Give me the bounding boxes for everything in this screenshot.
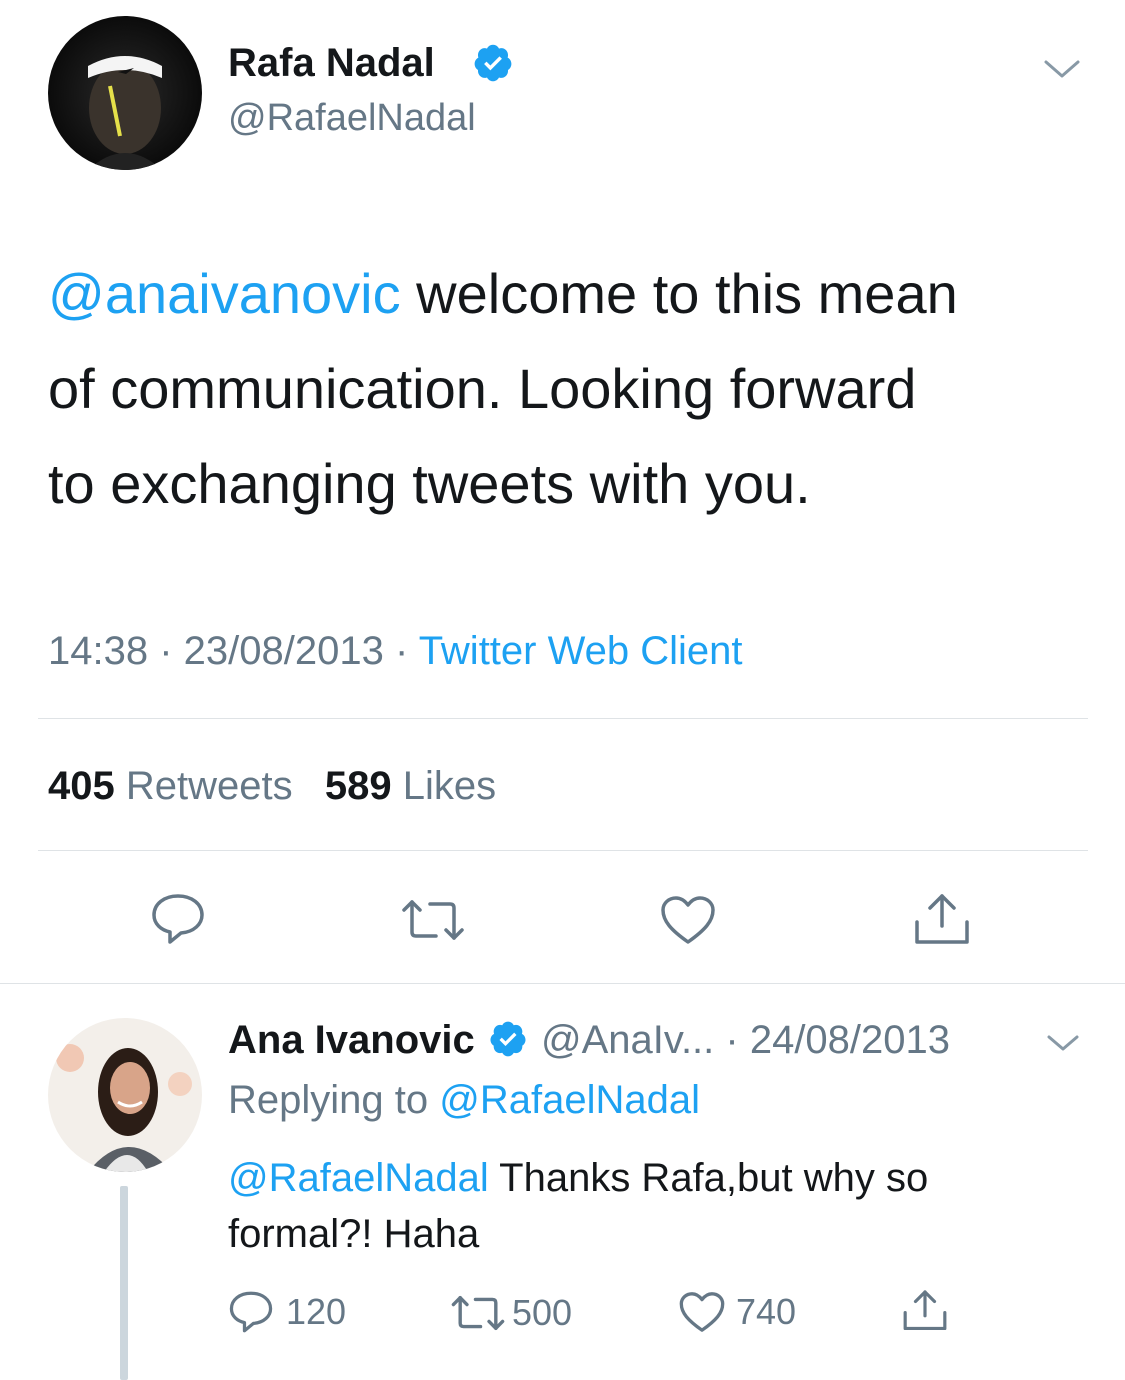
reply-like-count: 740	[736, 1291, 797, 1332]
reply-author-name[interactable]: Ana Ivanovic	[228, 1018, 475, 1062]
reply-text: @RafaelNadal Thanks Rafa,but why so form…	[228, 1150, 1088, 1262]
tweet-text-line-3: to exchanging tweets with you.	[48, 452, 811, 515]
tweet-source-link[interactable]: Twitter Web Client	[419, 629, 743, 673]
heart-icon	[661, 896, 715, 944]
replying-to: Replying to @RafaelNadal	[228, 1078, 700, 1122]
divider	[38, 718, 1088, 719]
chevron-down-icon[interactable]	[1046, 1032, 1080, 1059]
avatar-ana[interactable]	[48, 1018, 202, 1172]
retweet-icon	[451, 1296, 505, 1330]
retweets-stat[interactable]: 405 Retweets	[48, 764, 293, 808]
reply-retweet-button[interactable]: 500	[450, 1292, 572, 1334]
tweet-stats: 405 Retweets 589 Likes	[48, 762, 496, 810]
share-icon	[903, 1290, 947, 1331]
reply-bubble-icon	[229, 1291, 273, 1333]
tweet-text-line-1: @anaivanovic welcome to this mean	[48, 262, 958, 325]
tweet-text-line-2: of communication. Looking forward	[48, 357, 917, 420]
thread-line	[120, 1186, 128, 1380]
reply-retweet-count: 500	[512, 1292, 573, 1333]
mention-link[interactable]: @RafaelNadal	[228, 1156, 489, 1200]
reply-like-button[interactable]: 740	[678, 1290, 796, 1334]
reply-bubble-icon	[152, 894, 204, 944]
tweet-text: @anaivanovic welcome to this mean of com…	[48, 246, 1088, 531]
tweet-time: 14:38	[48, 629, 149, 673]
reply-count: 120	[286, 1291, 347, 1332]
tweet-date: 23/08/2013	[183, 629, 384, 673]
divider	[38, 850, 1088, 851]
reply-reply-button[interactable]: 120	[228, 1290, 346, 1334]
reply-text-line-1: @RafaelNadal Thanks Rafa,but why so	[228, 1156, 929, 1200]
reply-header: Ana Ivanovic @AnaIv... · 24/08/2013	[228, 1016, 950, 1064]
tweet-meta: 14:38 · 23/08/2013 · Twitter Web Client	[48, 629, 743, 673]
share-button[interactable]	[913, 892, 971, 948]
reply-text-line-2: formal?! Haha	[228, 1212, 480, 1256]
avatar-rafa[interactable]	[48, 16, 202, 170]
verified-badge-icon	[472, 42, 514, 89]
verified-badge-icon	[488, 1022, 528, 1059]
reply-button[interactable]	[150, 892, 206, 946]
share-icon	[915, 894, 969, 944]
replying-to-link[interactable]: @RafaelNadal	[439, 1078, 700, 1122]
heart-icon	[679, 1292, 725, 1332]
chevron-down-icon[interactable]	[1042, 56, 1082, 87]
reply-handle[interactable]: @AnaIv...	[541, 1018, 714, 1062]
divider	[0, 983, 1125, 984]
author-name[interactable]: Rafa Nadal	[228, 40, 435, 86]
retweet-button[interactable]	[400, 898, 466, 942]
author-handle[interactable]: @RafaelNadal	[228, 95, 476, 141]
like-button[interactable]	[659, 894, 717, 946]
likes-stat[interactable]: 589 Likes	[325, 764, 496, 808]
reply-date: · 24/08/2013	[714, 1018, 951, 1062]
reply-share-button[interactable]	[902, 1288, 948, 1334]
mention-link[interactable]: @anaivanovic	[48, 262, 401, 325]
retweet-icon	[402, 900, 464, 940]
